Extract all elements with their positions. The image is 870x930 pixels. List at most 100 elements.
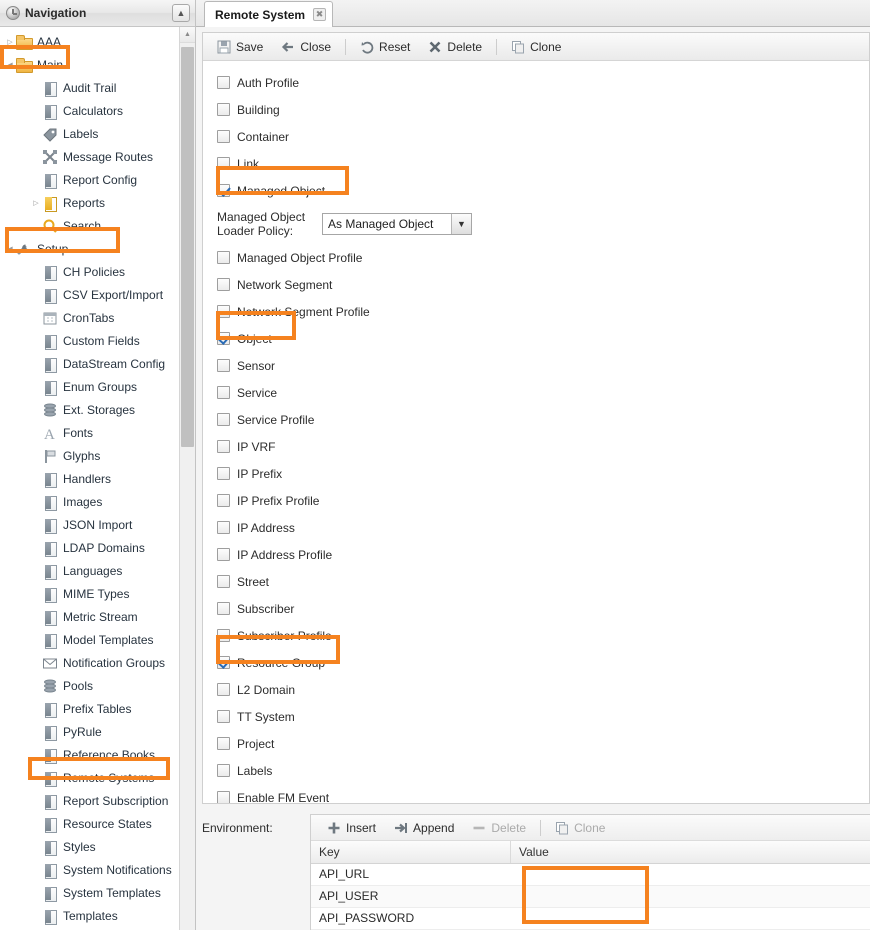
checkbox-network-segment-profile[interactable] [217, 305, 230, 318]
expander-icon[interactable] [30, 467, 42, 490]
checkbox-link[interactable] [217, 157, 230, 170]
checkbox-subscriber[interactable] [217, 602, 230, 615]
expander-icon[interactable] [30, 490, 42, 513]
checkbox-row-ip-prefix-profile[interactable]: IP Prefix Profile [217, 487, 869, 514]
sidebar-item-report-subscription[interactable]: Report Subscription [0, 789, 195, 812]
sidebar-item-search[interactable]: Search [0, 214, 195, 237]
sidebar-item-glyphs[interactable]: Glyphs [0, 444, 195, 467]
checkbox-street[interactable] [217, 575, 230, 588]
checkbox-subscriber-profile[interactable] [217, 629, 230, 642]
sidebar-item-ch-policies[interactable]: CH Policies [0, 260, 195, 283]
sidebar-item-custom-fields[interactable]: Custom Fields [0, 329, 195, 352]
env-insert-button[interactable]: Insert [319, 818, 384, 838]
checkbox-row-street[interactable]: Street [217, 568, 869, 595]
sidebar-scrollbar[interactable]: ▲ [179, 27, 195, 930]
checkbox-row-network-segment-profile[interactable]: Network Segment Profile [217, 298, 869, 325]
checkbox-auth-profile[interactable] [217, 76, 230, 89]
expander-icon[interactable] [30, 375, 42, 398]
checkbox-container[interactable] [217, 130, 230, 143]
expander-icon[interactable] [30, 260, 42, 283]
checkbox-row-ip-address[interactable]: IP Address [217, 514, 869, 541]
checkbox-managed-object[interactable] [217, 184, 230, 197]
expander-icon[interactable] [30, 881, 42, 904]
expander-icon[interactable] [30, 766, 42, 789]
chevron-up-icon[interactable]: ▲ [172, 4, 190, 22]
checkbox-row-subscriber-profile[interactable]: Subscriber Profile [217, 622, 869, 649]
cell-key[interactable]: API_URL [311, 864, 511, 885]
sidebar-item-handlers[interactable]: Handlers [0, 467, 195, 490]
delete-button[interactable]: Delete [420, 37, 490, 57]
sidebar-item-crontabs[interactable]: CronTabs [0, 306, 195, 329]
table-row[interactable]: API_URL [311, 864, 870, 886]
expander-icon[interactable] [30, 674, 42, 697]
expander-icon[interactable]: ◀ [4, 237, 16, 260]
expander-icon[interactable] [30, 835, 42, 858]
chevron-down-icon[interactable]: ▼ [451, 214, 471, 234]
checkbox-row-sensor[interactable]: Sensor [217, 352, 869, 379]
checkbox-row-l2-domain[interactable]: L2 Domain [217, 676, 869, 703]
expander-icon[interactable] [30, 398, 42, 421]
checkbox-row-link[interactable]: Link [217, 150, 869, 177]
expander-icon[interactable] [30, 858, 42, 881]
expander-icon[interactable] [30, 904, 42, 927]
cell-key[interactable]: API_USER [311, 886, 511, 907]
checkbox-row-service[interactable]: Service [217, 379, 869, 406]
checkbox-l2-domain[interactable] [217, 683, 230, 696]
expander-icon[interactable] [30, 789, 42, 812]
checkbox-building[interactable] [217, 103, 230, 116]
sidebar-item-prefix-tables[interactable]: Prefix Tables [0, 697, 195, 720]
expander-icon[interactable] [30, 145, 42, 168]
sidebar-item-ext-storages[interactable]: Ext. Storages [0, 398, 195, 421]
sidebar-item-pools[interactable]: Pools [0, 674, 195, 697]
checkbox-row-enable-fm-event[interactable]: Enable FM Event [217, 784, 869, 803]
expander-icon[interactable] [30, 651, 42, 674]
checkbox-enable-fm-event[interactable] [217, 791, 230, 803]
checkbox-row-building[interactable]: Building [217, 96, 869, 123]
cell-key[interactable]: API_PASSWORD [311, 908, 511, 929]
expander-icon[interactable] [30, 628, 42, 651]
expander-icon[interactable] [30, 812, 42, 835]
close-icon[interactable]: ✖ [313, 8, 327, 21]
sidebar-item-pyrule[interactable]: PyRule [0, 720, 195, 743]
sidebar-item-aaa[interactable]: ▷ AAA [0, 30, 195, 53]
expander-icon[interactable] [30, 582, 42, 605]
expander-icon[interactable] [30, 76, 42, 99]
close-button[interactable]: Close [273, 37, 339, 57]
checkbox-row-managed-object-profile[interactable]: Managed Object Profile [217, 244, 869, 271]
cell-value[interactable] [511, 886, 870, 907]
expander-icon[interactable] [30, 605, 42, 628]
expander-icon[interactable] [30, 122, 42, 145]
sidebar-item-message-routes[interactable]: Message Routes [0, 145, 195, 168]
scrollbar-thumb[interactable] [181, 47, 194, 447]
sidebar-item-report-config[interactable]: Report Config [0, 168, 195, 191]
checkbox-labels[interactable] [217, 764, 230, 777]
expander-icon[interactable] [30, 329, 42, 352]
checkbox-row-auth-profile[interactable]: Auth Profile [217, 69, 869, 96]
expander-icon[interactable] [30, 99, 42, 122]
sidebar-item-fonts[interactable]: A Fonts [0, 421, 195, 444]
checkbox-row-labels[interactable]: Labels [217, 757, 869, 784]
expander-icon[interactable] [30, 720, 42, 743]
cell-value[interactable] [511, 908, 870, 929]
sidebar-item-model-templates[interactable]: Model Templates [0, 628, 195, 651]
checkbox-row-container[interactable]: Container [217, 123, 869, 150]
sidebar-item-main[interactable]: ◀ Main [0, 53, 195, 76]
checkbox-row-project[interactable]: Project [217, 730, 869, 757]
expander-icon[interactable] [30, 421, 42, 444]
expander-icon[interactable] [30, 306, 42, 329]
checkbox-network-segment[interactable] [217, 278, 230, 291]
expander-icon[interactable] [30, 697, 42, 720]
checkbox-ip-prefix[interactable] [217, 467, 230, 480]
sidebar-item-templates[interactable]: Templates [0, 904, 195, 927]
sidebar-item-enum-groups[interactable]: Enum Groups [0, 375, 195, 398]
checkbox-ip-address-profile[interactable] [217, 548, 230, 561]
checkbox-object[interactable] [217, 332, 230, 345]
sidebar-item-calculators[interactable]: Calculators [0, 99, 195, 122]
env-append-button[interactable]: Append [386, 818, 462, 838]
expander-icon[interactable] [30, 513, 42, 536]
sidebar-item-languages[interactable]: Languages [0, 559, 195, 582]
expander-icon[interactable] [30, 444, 42, 467]
sidebar-item-datastream-config[interactable]: DataStream Config [0, 352, 195, 375]
sidebar-item-notification-groups[interactable]: Notification Groups [0, 651, 195, 674]
checkbox-project[interactable] [217, 737, 230, 750]
